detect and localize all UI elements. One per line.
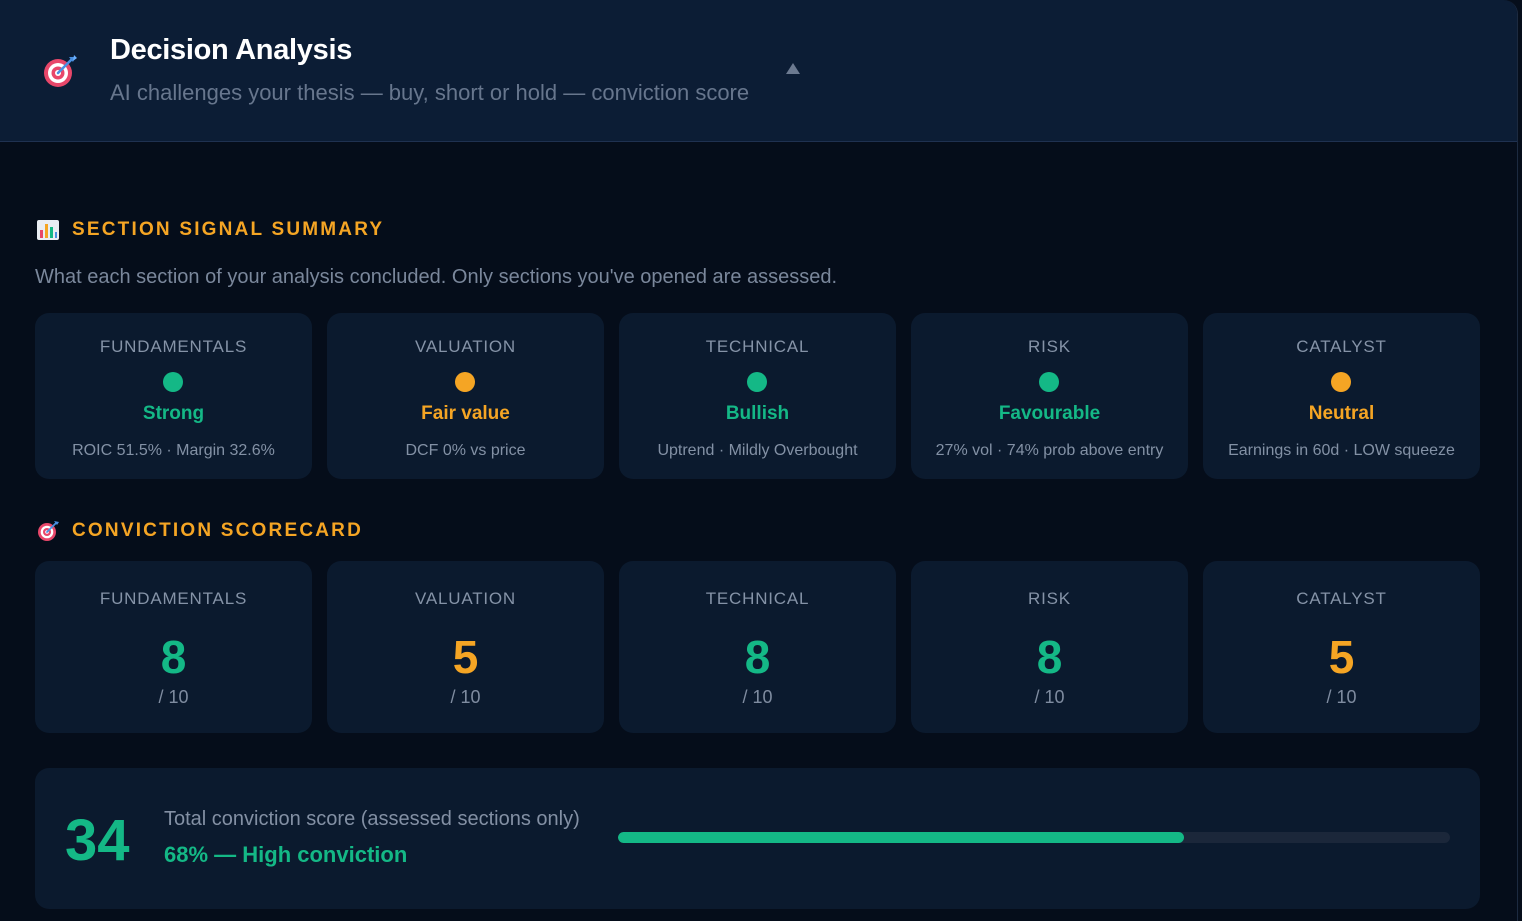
target-icon [38,521,59,541]
score-denominator: / 10 [450,687,481,707]
signal-card-detail: 27% vol · 74% prob above entry [935,442,1164,459]
signal-card-detail: DCF 0% vs price [405,442,526,459]
status-dot [163,372,183,392]
signal-card-verdict: Neutral [1308,403,1375,424]
conviction-progress-bar [618,832,1450,843]
signal-card-detail: ROIC 51.5% · Margin 32.6% [72,442,275,459]
signal-card-valuation: VALUATION Fair value DCF 0% vs price [327,313,604,479]
collapse-chevron-icon[interactable] [782,58,804,80]
status-dot [1331,372,1351,392]
score-value: 5 [452,631,479,683]
score-card-valuation: VALUATION 5 / 10 [327,561,604,733]
decision-analysis-panel: Decision Analysis AI challenges your the… [0,0,1518,921]
page-title: Decision Analysis [110,34,353,66]
scorecard-title: CONVICTION SCORECARD [72,520,364,541]
page-subtitle: AI challenges your thesis — buy, short o… [110,80,750,105]
signal-summary-heading: SECTION SIGNAL SUMMARY [36,216,384,244]
score-card-label: RISK [1028,589,1071,608]
target-icon [44,55,77,87]
score-card-label: FUNDAMENTALS [99,589,248,608]
signal-card-label: VALUATION [414,337,517,356]
score-card-label: TECHNICAL [705,589,810,608]
total-score-label: Total conviction score (assessed section… [164,808,580,830]
signal-card-catalyst: CATALYST Neutral Earnings in 60d · LOW squ… [1203,313,1480,479]
status-dot [747,372,767,392]
conviction-progress-fill [618,832,1184,843]
score-card-technical: TECHNICAL 8 / 10 [619,561,896,733]
score-denominator: / 10 [1326,687,1357,707]
signal-card-label: FUNDAMENTALS [99,337,248,356]
score-card-risk: RISK 8 / 10 [911,561,1188,733]
score-value: 8 [160,631,187,683]
signal-card-label: TECHNICAL [705,337,810,356]
signal-card-verdict: Strong [142,403,205,424]
score-value: 8 [744,631,771,683]
signal-card-fundamentals: FUNDAMENTALS Strong ROIC 51.5% · Margin 32… [35,313,312,479]
panel-header[interactable]: Decision Analysis AI challenges your the… [0,0,1517,142]
signal-summary-description: What each section of your analysis concl… [35,266,838,288]
score-value: 8 [1036,631,1063,683]
signal-card-verdict: Bullish [725,403,790,424]
conviction-level: 68% — High conviction [164,842,408,867]
bar-chart-icon [37,220,59,240]
total-conviction-card: 34 Total conviction score (assessed sect… [35,768,1480,909]
score-denominator: / 10 [742,687,773,707]
total-score: 34 [65,808,130,873]
signal-summary-title: SECTION SIGNAL SUMMARY [72,219,385,240]
status-dot [455,372,475,392]
score-card-label: CATALYST [1296,589,1387,608]
score-card-fundamentals: FUNDAMENTALS 8 / 10 [35,561,312,733]
score-denominator: / 10 [1034,687,1065,707]
signal-card-risk: RISK Favourable 27% vol · 74% prob above e… [911,313,1188,479]
signal-card-detail: Earnings in 60d · LOW squeeze [1228,442,1455,459]
signal-card-verdict: Favourable [998,403,1101,424]
status-dot [1039,372,1059,392]
signal-card-detail: Uptrend · Mildly Overbought [657,442,858,459]
score-card-catalyst: CATALYST 5 / 10 [1203,561,1480,733]
score-card-label: VALUATION [414,589,517,608]
score-denominator: / 10 [158,687,189,707]
signal-card-verdict: Fair value [421,403,510,424]
scorecard-heading: CONVICTION SCORECARD [36,517,363,545]
signal-card-label: RISK [1028,337,1071,356]
signal-card-label: CATALYST [1296,337,1387,356]
score-value: 5 [1328,631,1355,683]
signal-card-technical: TECHNICAL Bullish Uptrend · Mildly Overbou… [619,313,896,479]
